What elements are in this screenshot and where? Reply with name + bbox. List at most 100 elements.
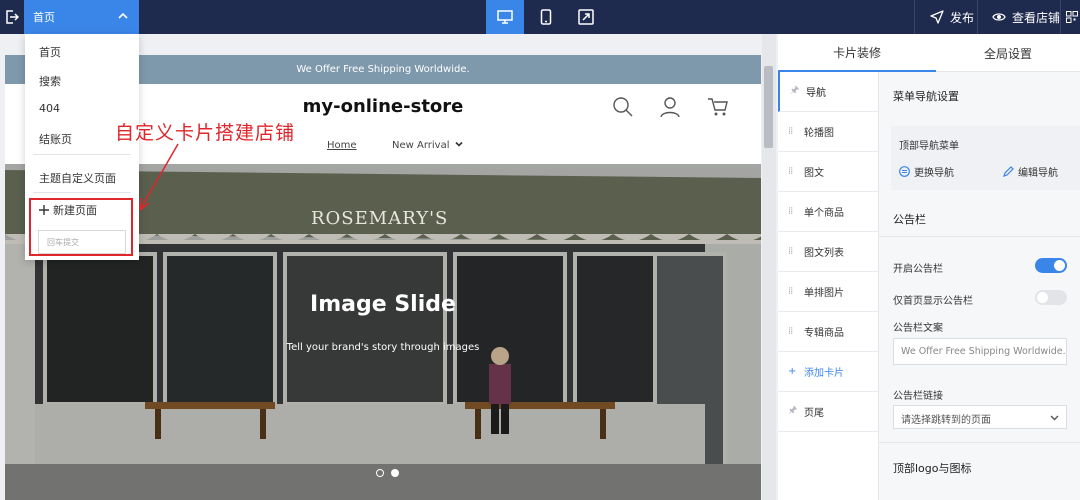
dropdown-item-home[interactable]: 首页 bbox=[39, 44, 61, 60]
fullscreen-button[interactable] bbox=[567, 0, 605, 34]
card-item-album-products[interactable]: ⁞⁞ 专辑商品 bbox=[778, 312, 878, 352]
card-item-single-product[interactable]: ⁞⁞ 单个商品 bbox=[778, 192, 878, 232]
hero-title: Image Slide bbox=[310, 292, 456, 317]
eye-icon bbox=[992, 13, 1006, 21]
announcement-text-label: 公告栏文案 bbox=[893, 323, 943, 334]
card-item-image-row[interactable]: ⁞⁞ 单排图片 bbox=[778, 272, 878, 312]
annotation-arrow bbox=[139, 143, 179, 211]
dropdown-item-404[interactable]: 404 bbox=[39, 102, 60, 115]
top-nav-menu-label: 顶部导航菜单 bbox=[899, 141, 959, 152]
add-card-button[interactable]: + 添加卡片 bbox=[778, 352, 878, 392]
mobile-icon bbox=[540, 9, 552, 25]
view-store-label: 查看店铺 bbox=[1012, 10, 1061, 25]
section-divider bbox=[879, 236, 1080, 237]
pin-icon: 🖈 bbox=[790, 85, 799, 96]
desktop-icon bbox=[497, 10, 513, 24]
announcement-link-value: 请选择跳转到的页面 bbox=[901, 415, 991, 426]
change-nav-label: 更换导航 bbox=[914, 168, 954, 179]
annotation-text: 自定义卡片搭建店铺 bbox=[115, 122, 296, 144]
announcement-text: We Offer Free Shipping Worldwide. bbox=[296, 64, 470, 75]
exit-button[interactable] bbox=[0, 0, 24, 34]
menu-settings-title: 菜单导航设置 bbox=[893, 90, 959, 103]
change-nav-button[interactable]: 更换导航 bbox=[899, 164, 954, 179]
announcement-link-select[interactable]: 请选择跳转到的页面 bbox=[893, 405, 1067, 429]
card-item-footer[interactable]: 🖈 页尾 bbox=[778, 392, 878, 432]
card-settings: 菜单导航设置 顶部导航菜单 更换导航 编辑导航 公告栏 开启公告栏 仅首页显示公… bbox=[879, 72, 1080, 500]
plus-icon: + bbox=[788, 366, 796, 377]
nav-new-arrival-link[interactable]: New Arrival bbox=[392, 140, 463, 151]
announcement-section-title: 公告栏 bbox=[893, 213, 926, 226]
card-item-label: 单个商品 bbox=[804, 208, 844, 219]
publish-button[interactable]: 发布 bbox=[930, 0, 974, 34]
announcement-link-label: 公告栏链接 bbox=[893, 391, 943, 402]
drag-icon[interactable]: ⁞⁞ bbox=[788, 206, 794, 217]
slide-dot-2[interactable] bbox=[391, 469, 399, 477]
toolbar-divider bbox=[914, 0, 915, 34]
settings-panel: 卡片装修 全局设置 🖈 导航 ⁞⁞ 轮播图 ⁞⁞ 图文 ⁞⁞ 单个商品 ⁞⁞ 图… bbox=[778, 34, 1080, 500]
panel-tabs: 卡片装修 全局设置 bbox=[778, 34, 1080, 72]
search-icon[interactable] bbox=[612, 96, 634, 118]
chevron-down-icon bbox=[455, 141, 463, 147]
card-item-carousel[interactable]: ⁞⁞ 轮播图 bbox=[778, 112, 878, 152]
annotation-highlight-box bbox=[29, 198, 133, 256]
publish-label: 发布 bbox=[950, 10, 975, 25]
sign-text: ROSEMARY'S bbox=[311, 208, 449, 229]
card-item-label: 单排图片 bbox=[804, 288, 844, 299]
pencil-icon bbox=[1003, 166, 1014, 177]
announcement-text-input[interactable]: We Offer Free Shipping Worldwide. bbox=[893, 338, 1067, 365]
card-item-image-text-list[interactable]: ⁞⁞ 图文列表 bbox=[778, 232, 878, 272]
top-toolbar: 首页 发布 查看店铺 bbox=[0, 0, 1080, 34]
edit-nav-button[interactable]: 编辑导航 bbox=[1003, 164, 1058, 179]
add-card-label: 添加卡片 bbox=[804, 368, 844, 379]
drag-icon[interactable]: ⁞⁞ bbox=[788, 326, 794, 337]
chevron-down-icon bbox=[1050, 415, 1059, 421]
chevron-up-icon bbox=[118, 12, 128, 19]
qr-icon bbox=[1066, 11, 1078, 23]
exit-icon bbox=[6, 10, 19, 24]
card-item-label: 图文 bbox=[804, 168, 824, 179]
card-item-image-text[interactable]: ⁞⁞ 图文 bbox=[778, 152, 878, 192]
dropdown-item-theme-custom[interactable]: 主题自定义页面 bbox=[39, 170, 116, 186]
view-store-button[interactable]: 查看店铺 bbox=[992, 0, 1060, 34]
slide-dot-1[interactable] bbox=[376, 469, 384, 477]
top-nav-menu-box: 顶部导航菜单 更换导航 编辑导航 bbox=[891, 126, 1080, 190]
mobile-view-button[interactable] bbox=[527, 0, 565, 34]
toolbar-divider bbox=[1060, 0, 1061, 34]
dropdown-divider bbox=[33, 192, 131, 193]
swap-icon bbox=[899, 166, 910, 177]
dropdown-item-checkout[interactable]: 结账页 bbox=[39, 131, 72, 147]
cart-icon[interactable] bbox=[707, 96, 729, 118]
qr-code-button[interactable] bbox=[1064, 0, 1080, 34]
tab-card-decoration[interactable]: 卡片装修 bbox=[778, 34, 936, 72]
pin-icon: 🖈 bbox=[788, 405, 797, 416]
desktop-view-button[interactable] bbox=[486, 0, 524, 34]
section-divider bbox=[879, 442, 1080, 443]
card-list: 🖈 导航 ⁞⁞ 轮播图 ⁞⁞ 图文 ⁞⁞ 单个商品 ⁞⁞ 图文列表 ⁞⁞ 单排图… bbox=[778, 72, 879, 500]
fullscreen-icon bbox=[578, 9, 594, 25]
logo-section-title: 顶部logo与图标 bbox=[893, 462, 972, 475]
card-item-label: 轮播图 bbox=[804, 128, 834, 139]
card-item-nav[interactable]: 🖈 导航 bbox=[778, 72, 878, 112]
canvas-scrollbar-thumb[interactable] bbox=[764, 66, 773, 148]
page-selector-label: 首页 bbox=[33, 11, 55, 24]
drag-icon[interactable]: ⁞⁞ bbox=[788, 286, 794, 297]
card-item-label: 导航 bbox=[806, 88, 826, 99]
card-item-label: 图文列表 bbox=[804, 248, 844, 259]
drag-icon[interactable]: ⁞⁞ bbox=[788, 126, 794, 137]
send-icon bbox=[930, 10, 944, 24]
edit-nav-label: 编辑导航 bbox=[1018, 168, 1058, 179]
page-selector[interactable]: 首页 bbox=[24, 0, 139, 34]
nav-home-link[interactable]: Home bbox=[327, 140, 357, 151]
homepage-only-toggle[interactable] bbox=[1035, 290, 1067, 305]
enable-announcement-toggle[interactable] bbox=[1035, 258, 1067, 273]
dropdown-item-search[interactable]: 搜索 bbox=[39, 73, 61, 89]
toggle-knob bbox=[1037, 292, 1048, 303]
toolbar-divider bbox=[977, 0, 978, 34]
card-item-label: 专辑商品 bbox=[804, 328, 844, 339]
homepage-only-label: 仅首页显示公告栏 bbox=[893, 296, 973, 307]
drag-icon[interactable]: ⁞⁞ bbox=[788, 246, 794, 257]
enable-announcement-label: 开启公告栏 bbox=[893, 264, 943, 275]
drag-icon[interactable]: ⁞⁞ bbox=[788, 166, 794, 177]
account-icon[interactable] bbox=[659, 96, 681, 118]
tab-global-settings[interactable]: 全局设置 bbox=[936, 34, 1080, 72]
